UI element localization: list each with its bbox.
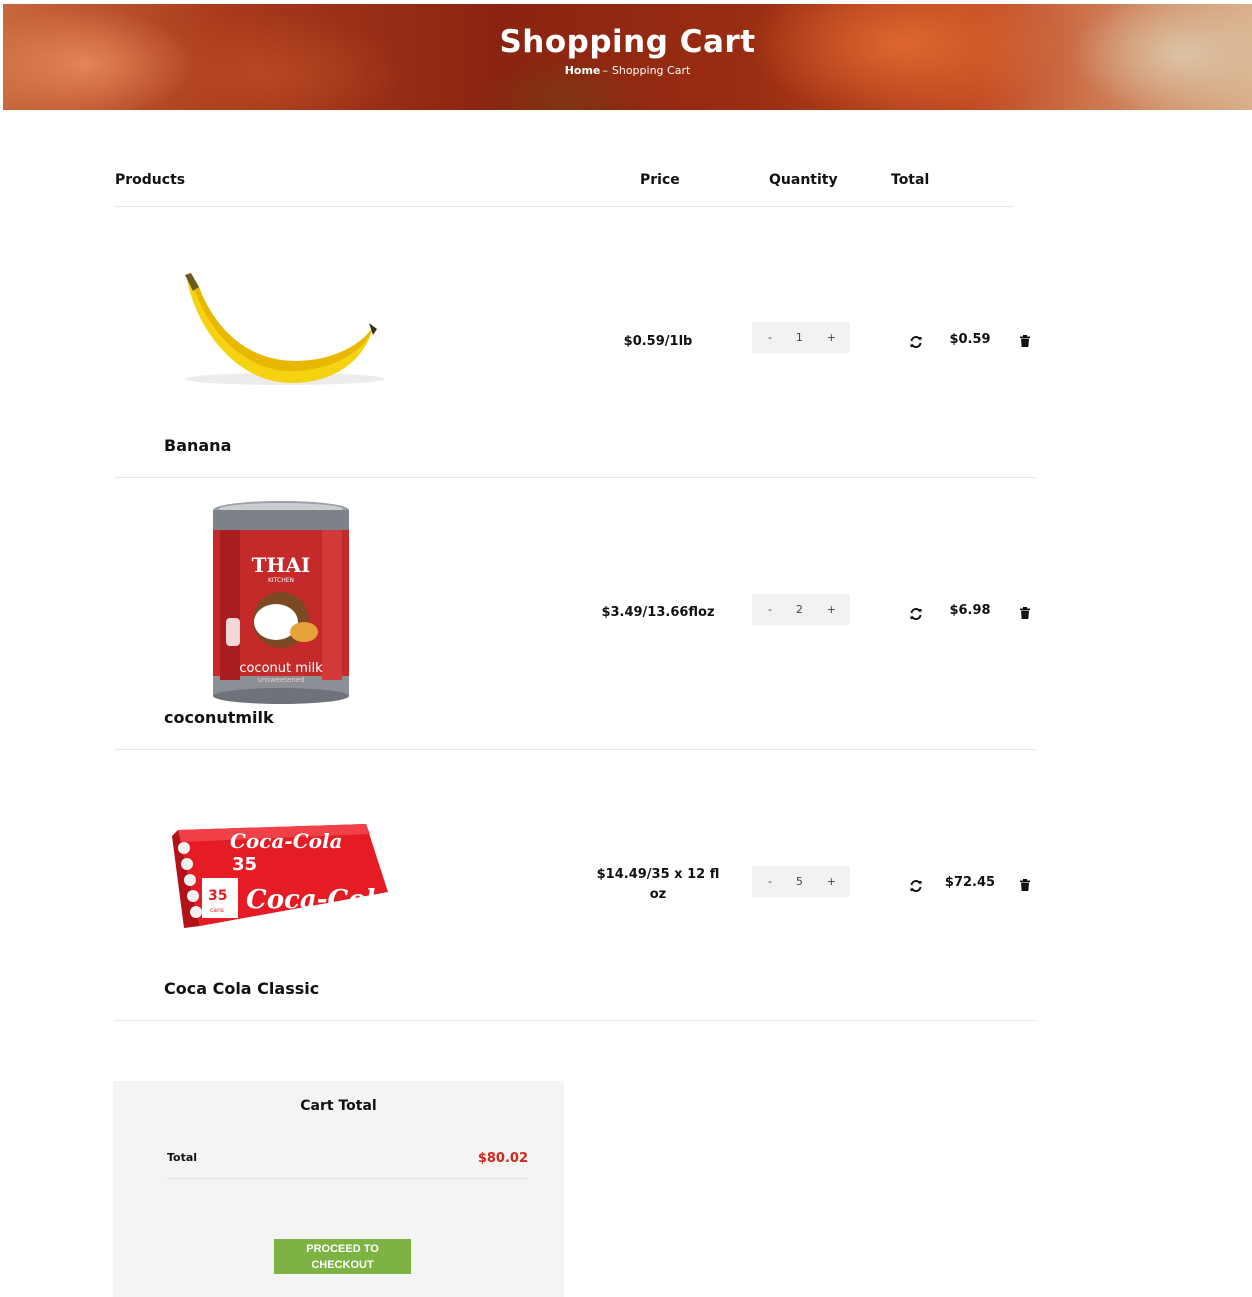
cart-total-divider (167, 1178, 528, 1179)
row-divider (114, 477, 1036, 478)
trash-icon[interactable] (1019, 607, 1031, 619)
product-price: $3.49/13.66floz (601, 605, 715, 620)
quantity-value[interactable]: 1 (796, 331, 803, 344)
column-header-products: Products (115, 172, 186, 188)
refresh-icon[interactable] (909, 607, 923, 621)
svg-text:Coca-Cola: Coca-Cola (246, 885, 392, 915)
quantity-stepper[interactable]: - 2 + (752, 594, 850, 625)
product-name[interactable]: Banana (164, 436, 231, 455)
banana-image (185, 273, 385, 385)
svg-text:Coca-Cola: Coca-Cola (230, 829, 343, 853)
column-header-total: Total (891, 172, 930, 188)
line-total: $0.59 (949, 332, 991, 347)
breadcrumb: Home – Shopping Cart (3, 64, 1252, 77)
product-price: $14.49/35 x 12 fl oz (596, 867, 720, 902)
product-price: $0.59/1lb (623, 334, 693, 349)
breadcrumb-current: Shopping Cart (611, 64, 691, 77)
quantity-value[interactable]: 2 (796, 603, 803, 616)
refresh-icon[interactable] (909, 879, 923, 893)
column-header-price: Price (640, 172, 680, 188)
svg-text:THAI: THAI (252, 553, 311, 577)
proceed-to-checkout-button[interactable]: PROCEED TO CHECKOUT (274, 1239, 411, 1274)
trash-icon[interactable] (1019, 335, 1031, 347)
product-name[interactable]: coconutmilk (164, 708, 274, 727)
cart-total-label: Total (167, 1151, 198, 1164)
quantity-decrease-button[interactable]: - (768, 331, 772, 344)
row-divider (114, 749, 1036, 750)
header-divider (114, 206, 1014, 207)
cart-total-title: Cart Total (300, 1098, 377, 1114)
svg-text:cans: cans (210, 907, 224, 914)
svg-text:35: 35 (208, 888, 227, 904)
page-banner: Shopping Cart Home – Shopping Cart (3, 4, 1252, 110)
cart-total-panel: Cart Total Total $80.02 PROCEED TO CHECK… (113, 1081, 564, 1297)
breadcrumb-home-link[interactable]: Home (565, 64, 601, 77)
cart-total-value: $80.02 (477, 1151, 528, 1166)
trash-icon[interactable] (1019, 879, 1031, 891)
page-title: Shopping Cart (499, 24, 756, 60)
product-name[interactable]: Coca Cola Classic (164, 979, 319, 998)
line-total: $6.98 (949, 603, 991, 618)
svg-text:unsweetened: unsweetened (257, 676, 304, 684)
breadcrumb-separator: – (602, 64, 608, 77)
column-header-quantity: Quantity (769, 172, 838, 188)
svg-text:coconut milk: coconut milk (239, 661, 323, 676)
coconut-milk-can-image: THAI KITCHEN coconut milk unsweetened (213, 501, 349, 704)
quantity-stepper[interactable]: - 5 + (752, 866, 850, 897)
refresh-icon[interactable] (909, 335, 923, 349)
quantity-increase-button[interactable]: + (827, 603, 836, 616)
svg-text:KITCHEN: KITCHEN (268, 577, 294, 584)
quantity-stepper[interactable]: - 1 + (752, 322, 850, 353)
quantity-decrease-button[interactable]: - (768, 875, 772, 888)
svg-text:35: 35 (232, 854, 257, 875)
row-divider (114, 1020, 1036, 1021)
quantity-value[interactable]: 5 (796, 875, 803, 888)
line-total: $72.45 (944, 875, 996, 890)
quantity-decrease-button[interactable]: - (768, 603, 772, 616)
coca-cola-35-pack-image: Coca-Cola 35 35 cans Coca-Cola (172, 824, 392, 928)
quantity-increase-button[interactable]: + (827, 875, 836, 888)
quantity-increase-button[interactable]: + (827, 331, 836, 344)
